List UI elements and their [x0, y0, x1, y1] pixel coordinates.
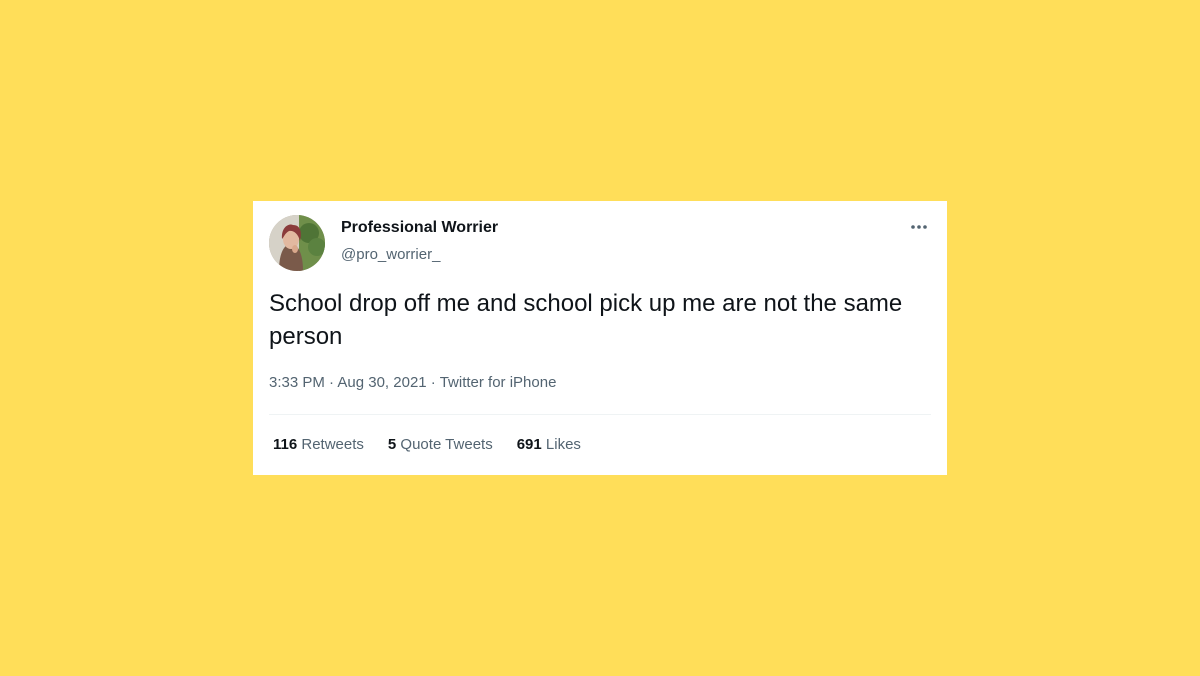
retweets-stat[interactable]: 116 Retweets [273, 436, 364, 453]
tweet-source-link[interactable]: Twitter for iPhone [440, 374, 557, 391]
more-options-button[interactable] [905, 217, 933, 237]
author-handle[interactable]: @pro_worrier_ [341, 246, 440, 263]
retweets-label: Retweets [301, 436, 364, 453]
more-horizontal-icon [911, 225, 927, 229]
tweet-time-link[interactable]: 3:33 PM [269, 374, 325, 391]
likes-count: 691 [516, 436, 542, 453]
retweets-count: 116 [273, 436, 298, 453]
tweet-date-link[interactable]: Aug 30, 2021 [337, 374, 426, 391]
tweet-text: School drop off me and school pick up me… [269, 290, 903, 350]
tweet-card[interactable]: Professional Worrier @pro_worrier_ Schoo… [253, 201, 947, 475]
quote-tweets-stat[interactable]: 5 Quote Tweets [388, 436, 493, 453]
tweet-stats: 116 Retweets 5 Quote Tweets 691 Likes [273, 436, 581, 453]
author-display-name[interactable]: Professional Worrier [341, 219, 498, 237]
divider [269, 414, 931, 415]
profile-photo-icon [269, 215, 325, 271]
meta-separator: · [324, 374, 338, 391]
tweet-meta: 3:33 PM · Aug 30, 2021 · Twitter for iPh… [269, 374, 556, 391]
likes-stat[interactable]: 691 Likes [517, 436, 581, 453]
avatar[interactable] [269, 215, 325, 271]
meta-separator: · [426, 374, 440, 391]
quote-tweets-label: Quote Tweets [400, 436, 493, 453]
quote-tweets-count: 5 [387, 436, 397, 453]
likes-label: Likes [545, 436, 581, 453]
